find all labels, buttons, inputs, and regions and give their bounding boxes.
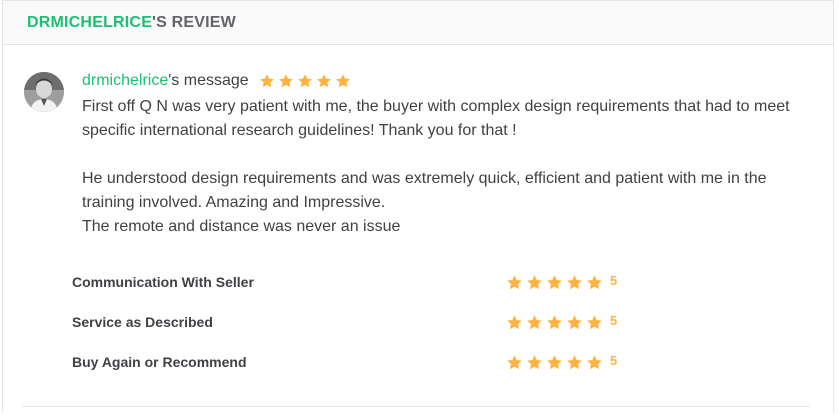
star-icon <box>507 354 522 369</box>
star-icon <box>547 354 562 369</box>
rating-score: 5 <box>610 272 618 288</box>
header-title-suffix: 'S REVIEW <box>152 13 236 31</box>
ratings-list: Communication With Seller 5 Service as D… <box>72 262 632 382</box>
star-icon <box>259 74 274 88</box>
star-icon <box>587 274 602 289</box>
star-icon <box>567 274 582 289</box>
star-icon <box>547 274 562 289</box>
message-suffix: 's message <box>168 72 249 89</box>
rating-label: Buy Again or Recommend <box>72 354 247 370</box>
rating-label: Service as Described <box>72 314 213 330</box>
message-stars <box>259 73 351 89</box>
star-icon <box>547 314 562 329</box>
message-header: drmichelrice's message <box>82 71 351 91</box>
star-icon <box>335 74 350 88</box>
rating-row-communication: Communication With Seller 5 <box>72 262 632 302</box>
star-icon <box>316 74 331 88</box>
star-icon <box>567 354 582 369</box>
star-icon <box>278 74 293 88</box>
star-icon <box>507 314 522 329</box>
rating-row-service: Service as Described 5 <box>72 302 632 342</box>
star-icon <box>587 354 602 369</box>
avatar-photo <box>24 72 64 112</box>
rating-stars <box>506 354 603 371</box>
rating-score: 5 <box>610 352 618 368</box>
star-icon <box>587 314 602 329</box>
rating-score: 5 <box>610 312 618 328</box>
review-header: DRMICHELRICE 'S REVIEW <box>3 1 833 45</box>
rating-row-recommend: Buy Again or Recommend 5 <box>72 342 632 382</box>
star-icon <box>297 74 312 88</box>
star-icon <box>507 274 522 289</box>
divider <box>22 406 810 407</box>
header-username[interactable]: DRMICHELRICE <box>27 14 152 32</box>
star-icon <box>567 314 582 329</box>
star-icon <box>527 314 542 329</box>
message-username[interactable]: drmichelrice <box>82 72 168 90</box>
avatar[interactable] <box>24 72 64 112</box>
message-body: First off Q N was very patient with me, … <box>82 98 790 235</box>
rating-stars <box>506 314 603 331</box>
rating-stars <box>506 274 603 291</box>
rating-label: Communication With Seller <box>72 274 254 290</box>
star-icon <box>527 274 542 289</box>
star-icon <box>527 354 542 369</box>
